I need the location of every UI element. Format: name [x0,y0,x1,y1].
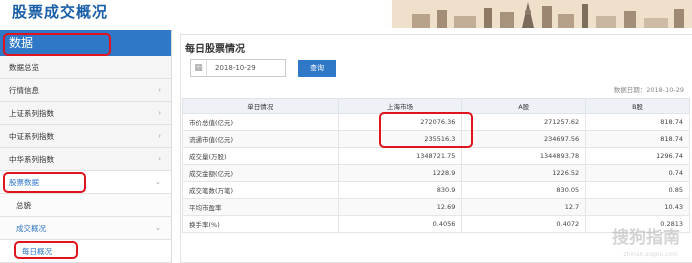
cell-value: 234697.56 [461,130,587,148]
table-row: 成交金额(亿元) 1228.9 1226.52 0.74 [182,164,690,182]
query-toolbar: ▦ 2018-10-29 查询 [190,59,336,77]
sidebar-item-label: 总貌 [16,201,31,210]
sidebar-item-label: 中证系列指数 [9,132,54,141]
cell-value: 0.85 [585,181,690,199]
cell-value: 235516.3 [337,130,463,148]
row-label: 成交笔数(万笔) [182,181,339,199]
calendar-icon[interactable]: ▦ [191,60,207,76]
cell-value: 271257.62 [461,113,587,131]
cell-value: 0.4072 [461,215,587,233]
chevron-right-icon: › [158,86,161,94]
sidebar-item-label: 股票数据 [9,178,39,187]
stock-overview-table: 单日情况 上海市场 A股 B股 市价总值(亿元) 272076.36 27125… [182,98,690,233]
page-title: 每日股票情况 [185,44,245,55]
cell-value: 830.9 [337,181,463,199]
sidebar-item-csi-indices[interactable]: 中证系列指数 › [0,125,171,148]
sidebar-header: 数据 [0,30,171,56]
cell-value: 1344893.78 [461,147,587,165]
cell-value: 818.74 [585,113,690,131]
cell-value: 12.69 [337,198,463,216]
row-label: 平均市盈率 [182,198,339,216]
column-header: A股 [461,98,587,114]
cell-value: 1348721.75 [337,147,463,165]
chevron-right-icon: › [158,109,161,117]
column-header: 单日情况 [182,98,339,114]
chevron-right-icon: › [158,155,161,163]
chevron-right-icon: › [158,132,161,140]
sidebar-item-label: 中华系列指数 [9,155,54,164]
sidebar: 数据 数据总览 行情信息 › 上证系列指数 › 中证系列指数 › 中华系列指数 … [0,30,172,263]
sidebar-item-daily-overview[interactable]: 每日概况 [0,240,171,263]
row-label: 换手率(%) [182,215,339,233]
table-row: 换手率(%) 0.4056 0.4072 0.2813 [182,215,690,233]
sidebar-item-label: 数据总览 [9,63,39,72]
row-label: 流通市值(亿元) [182,130,339,148]
cell-value: 12.7 [461,198,587,216]
main-panel: 每日股票情况 ▦ 2018-10-29 查询 数据日期：2018-10-29 单… [180,34,692,263]
data-date-label: 数据日期：2018-10-29 [613,86,684,94]
table-header-row: 单日情况 上海市场 A股 B股 [182,98,690,114]
cell-value: 1228.9 [337,164,463,182]
page-banner-title: 股票成交概况 [12,3,109,21]
table-row: 平均市盈率 12.69 12.7 10.43 [182,198,690,216]
cell-value: 0.2813 [585,215,690,233]
sidebar-item-label: 成交概况 [16,224,46,233]
sidebar-item-label: 上证系列指数 [9,109,54,118]
header-banner: 股票成交概况 [0,0,692,28]
sidebar-item-general[interactable]: 总貌 [0,194,171,217]
date-field[interactable]: ▦ 2018-10-29 [190,59,286,77]
cell-value: 272076.36 [337,113,463,131]
sidebar-item-trading-overview[interactable]: 成交概况 ⌄ [0,217,171,240]
cell-value: 1296.74 [585,147,690,165]
sidebar-item-overview[interactable]: 数据总览 [0,56,171,79]
date-value: 2018-10-29 [215,64,256,72]
row-label: 市价总值(亿元) [182,113,339,131]
table-row: 流通市值(亿元) 235516.3 234697.56 818.74 [182,130,690,148]
sidebar-item-label: 每日概况 [22,247,52,256]
cell-value: 830.05 [461,181,587,199]
sidebar-item-china-indices[interactable]: 中华系列指数 › [0,148,171,171]
sidebar-item-label: 行情信息 [9,86,39,95]
table-row: 成交笔数(万笔) 830.9 830.05 0.85 [182,181,690,199]
row-label: 成交量(万股) [182,147,339,165]
city-skyline-image [392,0,692,28]
sidebar-header-label: 数据 [9,36,34,50]
cell-value: 1226.52 [461,164,587,182]
table-row: 成交量(万股) 1348721.75 1344893.78 1296.74 [182,147,690,165]
cell-value: 818.74 [585,130,690,148]
column-header: B股 [585,98,690,114]
watermark-url: zhinan.sogou.com [623,251,678,258]
sidebar-item-market-info[interactable]: 行情信息 › [0,79,171,102]
query-button[interactable]: 查询 [298,59,336,77]
row-label: 成交金额(亿元) [182,164,339,182]
sidebar-item-stock-data[interactable]: 股票数据 ⌄ [0,171,171,194]
cell-value: 10.43 [585,198,690,216]
chevron-down-icon: ⌄ [155,224,161,232]
sidebar-item-sse-indices[interactable]: 上证系列指数 › [0,102,171,125]
cell-value: 0.74 [585,164,690,182]
table-row: 市价总值(亿元) 272076.36 271257.62 818.74 [182,113,690,131]
cell-value: 0.4056 [337,215,463,233]
column-header: 上海市场 [337,98,463,114]
chevron-down-icon: ⌄ [155,178,161,186]
